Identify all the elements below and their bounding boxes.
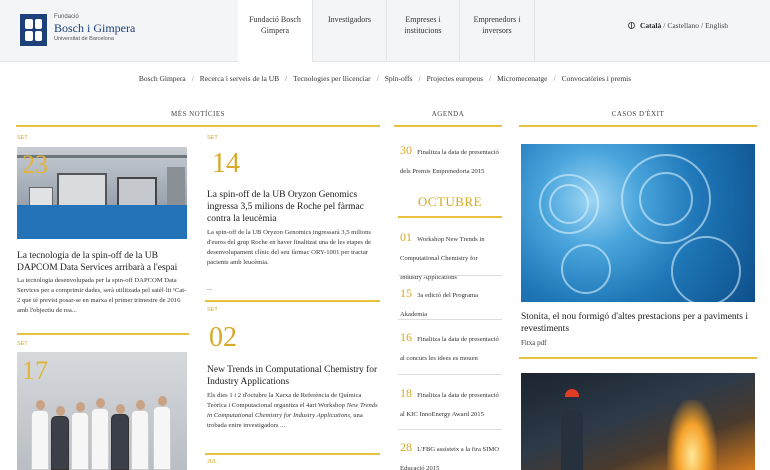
- lang-separator: /: [663, 21, 666, 30]
- site-header: Fundació Bosch i Gimpera Universitat de …: [0, 0, 770, 62]
- lang-castellano[interactable]: Castellano: [667, 21, 699, 30]
- agenda-text: L'FBG assisteix a la fira SIMO Educació …: [400, 446, 500, 470]
- news-day: 23: [22, 150, 48, 179]
- news-month: SET: [17, 341, 28, 347]
- subnav-spinoffs[interactable]: Spin-offs: [385, 74, 413, 83]
- news-summary: La spin-off de la UB Oryzon Genomics ing…: [207, 229, 371, 266]
- subnav-separator: /: [553, 73, 556, 83]
- subnav-projectes[interactable]: Projectes europeus: [427, 74, 483, 83]
- news-month: SET: [207, 307, 218, 313]
- nav-item-empreses[interactable]: Empreses i institucions: [387, 0, 460, 62]
- lang-english[interactable]: English: [705, 21, 728, 30]
- language-switcher: Català / Castellano / English: [628, 21, 728, 30]
- agenda-item[interactable]: 30 Finalitza la data de presentació dels…: [400, 139, 500, 177]
- subnav-separator: /: [285, 73, 288, 83]
- agenda-day: 30: [400, 143, 412, 157]
- logo-name: Bosch i Gimpera: [54, 21, 136, 35]
- subnav-tecnologies[interactable]: Tecnologies per llicenciar: [293, 74, 370, 83]
- subnav-separator: /: [418, 73, 421, 83]
- globe-icon: [628, 22, 635, 29]
- agenda-month-heading: OCTUBRE: [398, 194, 502, 218]
- main-nav: Fundació Bosch Gimpera Investigadors Emp…: [238, 0, 535, 62]
- logo-subtitle: Universitat de Barcelona: [54, 36, 114, 42]
- agenda-text: 3a edició del Programa Akademia: [400, 292, 479, 318]
- logo-mark-icon: [20, 14, 47, 46]
- lang-catala[interactable]: Català: [640, 21, 661, 30]
- news-month: SET: [17, 135, 28, 141]
- agenda-day: 01: [400, 230, 412, 244]
- news-headline[interactable]: New Trends in Computational Chemistry fo…: [207, 365, 379, 389]
- news-month: SET: [207, 135, 218, 141]
- nav-item-fundacio[interactable]: Fundació Bosch Gimpera: [238, 0, 313, 62]
- news-divider: [17, 333, 189, 335]
- news-day: 17: [22, 356, 48, 385]
- subnav-micromecenatge[interactable]: Micromecenatge: [497, 74, 547, 83]
- news-headline[interactable]: La spin-off de la UB Oryzon Genomics ing…: [207, 190, 377, 226]
- case-divider: [519, 357, 757, 359]
- subnav-separator: /: [376, 73, 379, 83]
- section-heading-agenda: AGENDA: [394, 110, 502, 127]
- case-pdf-link[interactable]: Fitxa pdf: [521, 339, 546, 347]
- lang-separator: /: [701, 21, 704, 30]
- agenda-day: 15: [400, 286, 412, 300]
- subnav-recerca[interactable]: Recerca i serveis de la UB: [200, 74, 279, 83]
- case-image-concrete[interactable]: [521, 144, 755, 302]
- section-heading-news: MÉS NOTÍCIES: [16, 110, 380, 127]
- news-summary: La tecnologia desenvolupada per la spin-…: [17, 277, 187, 314]
- agenda-divider: [398, 429, 502, 430]
- nav-item-investigadors[interactable]: Investigadors: [313, 0, 387, 62]
- agenda-divider: [398, 275, 502, 276]
- news-day: 14: [212, 148, 240, 179]
- subnav-convocatories[interactable]: Convocatòries i premis: [562, 74, 632, 83]
- agenda-day: 28: [400, 440, 412, 454]
- agenda-item[interactable]: 28 L'FBG assisteix a la fira SIMO Educac…: [400, 436, 500, 470]
- news-divider: [205, 300, 380, 302]
- agenda-divider: [398, 374, 502, 375]
- news-day: 02: [209, 322, 237, 353]
- logo-small-text: Fundació: [54, 14, 79, 20]
- case-headline[interactable]: Stonita, el nou formigó d'altes prestaci…: [521, 312, 757, 336]
- news-summary-part: Els dies 1 i 2 d'octubre la Xarxa de Ref…: [207, 392, 362, 409]
- subnav-bosch-gimpera[interactable]: Bosch Gimpera: [139, 74, 186, 83]
- subnav-separator: /: [191, 73, 194, 83]
- case-image-foundry[interactable]: [521, 373, 755, 470]
- site-logo[interactable]: Fundació Bosch i Gimpera Universitat de …: [20, 14, 135, 46]
- agenda-text: Finalitza la data de presentació al KIC …: [400, 392, 499, 418]
- news-month: JUL: [207, 459, 217, 465]
- agenda-divider: [398, 319, 502, 320]
- news-summary: Els dies 1 i 2 d'octubre la Xarxa de Ref…: [207, 391, 381, 431]
- news-headline[interactable]: La tecnologia de la spin-off de la UB DA…: [17, 251, 193, 275]
- subnav-separator: /: [489, 73, 492, 83]
- secondary-nav: Bosch Gimpera / Recerca i serveis de la …: [0, 63, 770, 93]
- agenda-item[interactable]: 15 3a edició del Programa Akademia: [400, 282, 500, 320]
- agenda-item[interactable]: 18 Finalitza la data de presentació al K…: [400, 382, 500, 420]
- nav-item-emprenedors[interactable]: Emprenedors i inversors: [460, 0, 535, 62]
- news-divider: [205, 453, 380, 455]
- agenda-day: 16: [400, 330, 412, 344]
- news-more[interactable]: ...: [207, 284, 212, 294]
- agenda-item[interactable]: 16 Finalitza la data de presentació al c…: [400, 326, 500, 364]
- section-heading-cases: CASOS D'ÈXIT: [519, 110, 757, 127]
- agenda-day: 18: [400, 386, 412, 400]
- agenda-text: Finalitza la data de presentació dels Pr…: [400, 149, 499, 175]
- agenda-text: Finalitza la data de presentació al conc…: [400, 336, 499, 362]
